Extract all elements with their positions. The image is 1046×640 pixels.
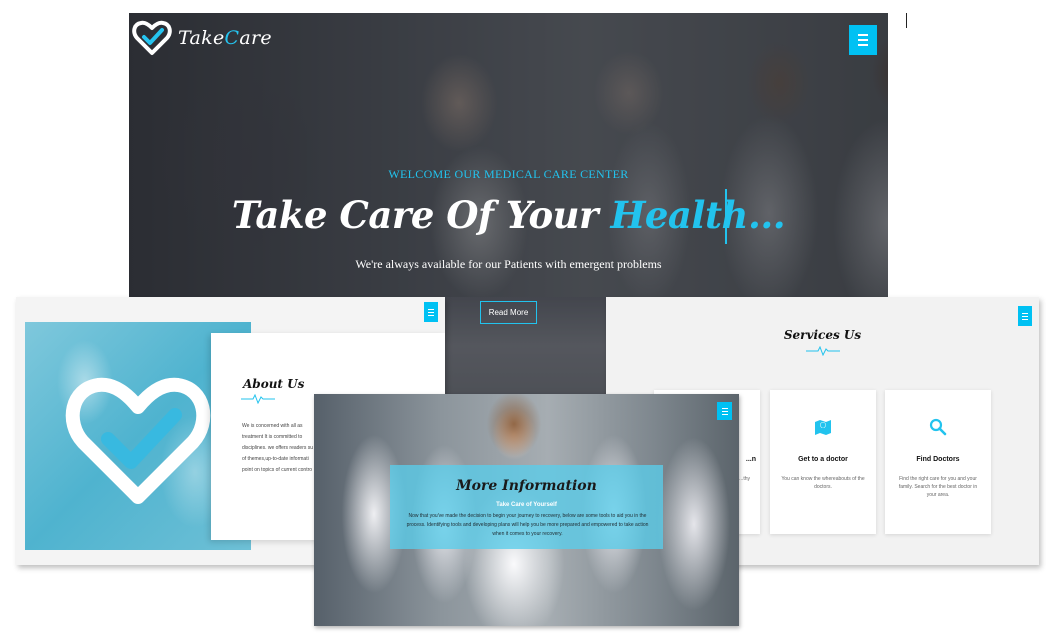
more-info-text: Now that you've made the decision to beg…	[406, 513, 649, 537]
hamburger-icon-bar	[721, 407, 728, 409]
heart-check-icon	[132, 20, 172, 55]
hamburger-menu-button[interactable]	[1018, 306, 1032, 326]
hamburger-icon-bar	[858, 44, 868, 46]
hamburger-menu-button[interactable]	[424, 302, 438, 322]
hero-screenshot: TakeCare WELCOME OUR MEDICAL CARE CENTER…	[129, 13, 888, 297]
hamburger-icon-bar	[428, 308, 434, 310]
search-icon	[929, 418, 947, 436]
hamburger-icon-bar	[721, 413, 728, 415]
service-desc: Find the right care for you and your fam…	[898, 476, 978, 498]
hamburger-icon-bar	[428, 311, 434, 313]
about-title: About Us	[243, 377, 305, 391]
hamburger-icon-bar	[858, 34, 868, 36]
hamburger-icon-bar	[1022, 315, 1028, 317]
more-info-subtitle: Take Care of Yourself	[496, 502, 557, 508]
service-name: Get to a doctor	[798, 456, 848, 463]
pulse-line-icon	[241, 394, 275, 404]
read-more-button[interactable]: Read More	[480, 301, 537, 324]
more-info-screenshot: More Information Take Care of Yourself N…	[314, 394, 739, 626]
map-icon	[815, 420, 831, 435]
text-cursor	[906, 13, 907, 28]
more-info-title: More Information	[456, 478, 597, 494]
hamburger-menu-button[interactable]	[717, 402, 732, 420]
hamburger-icon-bar	[721, 410, 728, 412]
hero-kicker: WELCOME OUR MEDICAL CARE CENTER	[388, 167, 629, 181]
service-card-get-to-doctor[interactable]: Get to a doctor You can know the whereab…	[770, 390, 876, 534]
typing-caret	[725, 189, 727, 244]
hamburger-icon-bar	[1022, 318, 1028, 320]
services-title: Services Us	[783, 328, 862, 342]
brand-logo[interactable]: TakeCare	[132, 20, 272, 56]
hamburger-icon-bar	[1022, 312, 1028, 314]
service-name: Find Doctors	[916, 456, 960, 463]
hamburger-icon-bar	[428, 314, 434, 316]
service-desc: You can know the whereabouts of the doct…	[781, 476, 865, 490]
service-card-find-doctors[interactable]: Find Doctors Find the right care for you…	[885, 390, 991, 534]
about-text: We is concerned with all as treatment It…	[242, 423, 314, 473]
pulse-line-icon	[806, 346, 840, 356]
more-info-box: More Information Take Care of Yourself N…	[390, 465, 663, 549]
hamburger-menu-button[interactable]	[849, 25, 877, 55]
heart-check-icon	[65, 377, 211, 504]
hero-subtitle: We're always available for our Patients …	[355, 257, 662, 271]
hero-title: Take Care Of Your Health...	[231, 193, 786, 237]
brand-name: TakeCare	[178, 27, 272, 49]
hamburger-icon-bar	[858, 39, 868, 41]
